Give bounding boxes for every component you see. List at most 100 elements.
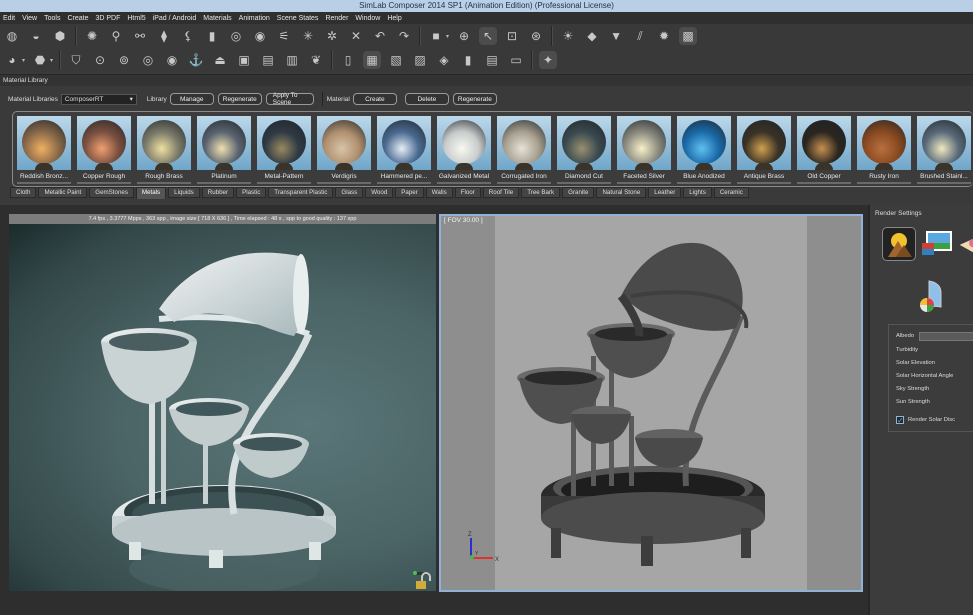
material-swatch[interactable]: Verdigris bbox=[317, 116, 371, 184]
photo-button[interactable]: ▣ bbox=[235, 51, 253, 69]
target-alt-button[interactable]: ⊚ bbox=[115, 51, 133, 69]
view-eye-alt-button[interactable]: ◉ bbox=[251, 27, 269, 45]
environment-image-button[interactable] bbox=[920, 227, 954, 261]
category-tab-plastic[interactable]: Plastic bbox=[236, 187, 267, 198]
explode-button[interactable]: ✳ bbox=[299, 27, 317, 45]
apply-to-scene-button[interactable]: Apply To Scene bbox=[265, 92, 314, 106]
redo-button[interactable]: ↷ bbox=[395, 27, 413, 45]
menu-scene-states[interactable]: Scene States bbox=[274, 15, 323, 22]
undo-button[interactable]: ↶ bbox=[371, 27, 389, 45]
material-swatch[interactable]: Rusty Iron bbox=[857, 116, 911, 184]
target-button[interactable]: ⊙ bbox=[91, 51, 109, 69]
menu-edit[interactable]: Edit bbox=[0, 15, 19, 22]
render-sphere-button[interactable]: ◕ bbox=[3, 51, 21, 69]
material-swatch[interactable]: Diamond Cut bbox=[557, 116, 611, 184]
scene-import-button[interactable]: ▨ bbox=[411, 51, 429, 69]
pivot-button[interactable]: ⧫ bbox=[155, 27, 173, 45]
menu-html5[interactable]: Html5 bbox=[124, 15, 149, 22]
menu-render[interactable]: Render bbox=[322, 15, 352, 22]
background-button[interactable]: ▩ bbox=[679, 27, 698, 45]
green-gem-button[interactable]: ⬣ bbox=[31, 51, 49, 69]
category-tab-natural-stone[interactable]: Natural Stone bbox=[596, 187, 647, 198]
scene-bottle-button[interactable]: ▮ bbox=[459, 51, 477, 69]
category-tab-floor[interactable]: Floor bbox=[454, 187, 481, 198]
delete-x-button[interactable]: ✕ bbox=[347, 27, 365, 45]
category-tab-lights[interactable]: Lights bbox=[683, 187, 712, 198]
category-tab-metals[interactable]: Metals bbox=[135, 187, 167, 199]
menu-create[interactable]: Create bbox=[64, 15, 92, 22]
menu-window[interactable]: Window bbox=[352, 15, 384, 22]
category-tab-tree-bark[interactable]: Tree Bark bbox=[521, 187, 561, 198]
category-tab-metallic-paint[interactable]: Metallic Paint bbox=[38, 187, 88, 198]
shoe-button[interactable]: ⏏ bbox=[211, 51, 229, 69]
category-tab-liquids[interactable]: Liquids bbox=[168, 187, 200, 198]
menu-help[interactable]: Help bbox=[384, 15, 405, 22]
material-swatch[interactable]: Rough Brass bbox=[137, 116, 191, 184]
animation-button[interactable]: ✦ bbox=[539, 51, 558, 69]
gem-tool-button[interactable]: ⬢ bbox=[51, 27, 69, 45]
box-view-button[interactable]: ■ bbox=[427, 27, 445, 45]
manage-library-button[interactable]: Manage bbox=[169, 93, 214, 105]
category-tab-paper[interactable]: Paper bbox=[395, 187, 424, 198]
material-swatch[interactable]: Faceted Silver bbox=[617, 116, 671, 184]
material-swatch[interactable]: Antique Brass bbox=[737, 116, 791, 184]
regenerate-library-button[interactable]: Regenerate bbox=[217, 93, 262, 105]
cylinder-button[interactable]: ▮ bbox=[203, 27, 221, 45]
directional-light-button[interactable]: ⫽ bbox=[631, 27, 649, 45]
globe-tool-button[interactable]: ◒ bbox=[27, 27, 45, 45]
menu-view[interactable]: View bbox=[19, 15, 41, 22]
category-tab-rubber[interactable]: Rubber bbox=[201, 187, 235, 198]
regenerate-material-button[interactable]: Regenerate bbox=[452, 93, 497, 105]
portrait-button[interactable]: ▥ bbox=[283, 51, 301, 69]
scene-state-button[interactable]: ▦ bbox=[363, 51, 382, 69]
perspective-viewport[interactable]: [ FOV 30.00 ] Z X Y bbox=[439, 214, 863, 592]
attach-button[interactable]: ⚸ bbox=[179, 27, 197, 45]
monitor-button[interactable]: ▭ bbox=[507, 51, 525, 69]
scene-image-button[interactable]: ▧ bbox=[387, 51, 405, 69]
delete-material-button[interactable]: Delete bbox=[404, 93, 449, 105]
category-tab-transparent-plastic[interactable]: Transparent Plastic bbox=[268, 187, 334, 198]
material-swatch[interactable]: Blue Anodized bbox=[677, 116, 731, 184]
material-swatch[interactable]: Reddish Bronz... bbox=[17, 116, 71, 184]
sphere-tool-button[interactable]: ◍ bbox=[3, 27, 21, 45]
connect-node-button[interactable]: ⚲ bbox=[107, 27, 125, 45]
category-tab-gemstones[interactable]: GemStones bbox=[89, 187, 134, 198]
light-button[interactable]: ☀ bbox=[559, 27, 577, 45]
category-tab-glass[interactable]: Glass bbox=[335, 187, 364, 198]
sun-sky-button[interactable] bbox=[882, 227, 916, 261]
view-eye-button[interactable]: ◎ bbox=[227, 27, 245, 45]
scene-cards-button[interactable]: ◈ bbox=[435, 51, 453, 69]
cup-button[interactable]: ▯ bbox=[339, 51, 357, 69]
render-viewport[interactable]: 7.4 fps , 3.3777 Mpps , 363 spp , image … bbox=[9, 214, 436, 591]
category-tab-granite[interactable]: Granite bbox=[562, 187, 595, 198]
menu-3d-pdf[interactable]: 3D PDF bbox=[92, 15, 124, 22]
chevron-down-icon[interactable]: ▾ bbox=[22, 57, 25, 64]
menu-materials[interactable]: Materials bbox=[200, 15, 235, 22]
category-tab-leather[interactable]: Leather bbox=[648, 187, 682, 198]
material-swatch[interactable]: Corrugated Iron bbox=[497, 116, 551, 184]
create-material-button[interactable]: Create bbox=[352, 93, 397, 105]
color-target-button[interactable]: ◉ bbox=[163, 51, 181, 69]
albedo-input[interactable] bbox=[919, 332, 973, 341]
category-tab-roof-tile[interactable]: Roof Tile bbox=[482, 187, 520, 198]
menu-animation[interactable]: Animation bbox=[236, 15, 274, 22]
chevron-down-icon[interactable]: ▾ bbox=[446, 33, 449, 40]
render-solar-disc-checkbox[interactable]: ✓ bbox=[896, 416, 904, 425]
shield-button[interactable]: ⛉ bbox=[67, 51, 85, 69]
node-hierarchy-button[interactable]: ✺ bbox=[83, 27, 101, 45]
scene-doc-button[interactable]: ▤ bbox=[483, 51, 501, 69]
material-swatch[interactable]: Old Copper bbox=[797, 116, 851, 184]
menu-ipad-android[interactable]: iPad / Android bbox=[150, 15, 201, 22]
spot-light-button[interactable]: ▼ bbox=[607, 27, 625, 45]
lifebuoy-button[interactable]: ◎ bbox=[139, 51, 157, 69]
background-panorama-button[interactable] bbox=[915, 279, 949, 313]
environment-light-button[interactable]: ✹ bbox=[655, 27, 673, 45]
zoom-button[interactable]: ⊕ bbox=[455, 27, 473, 45]
light-probe-button[interactable] bbox=[958, 227, 973, 261]
menu-tools[interactable]: Tools bbox=[41, 15, 64, 22]
category-tab-wood[interactable]: Wood bbox=[365, 187, 394, 198]
zoom-fit-button[interactable]: ⊛ bbox=[527, 27, 545, 45]
chevron-down-icon[interactable]: ▾ bbox=[50, 57, 53, 64]
category-tab-ceramic[interactable]: Ceramic bbox=[713, 187, 749, 198]
anchor-button[interactable]: ⚓ bbox=[187, 51, 205, 69]
